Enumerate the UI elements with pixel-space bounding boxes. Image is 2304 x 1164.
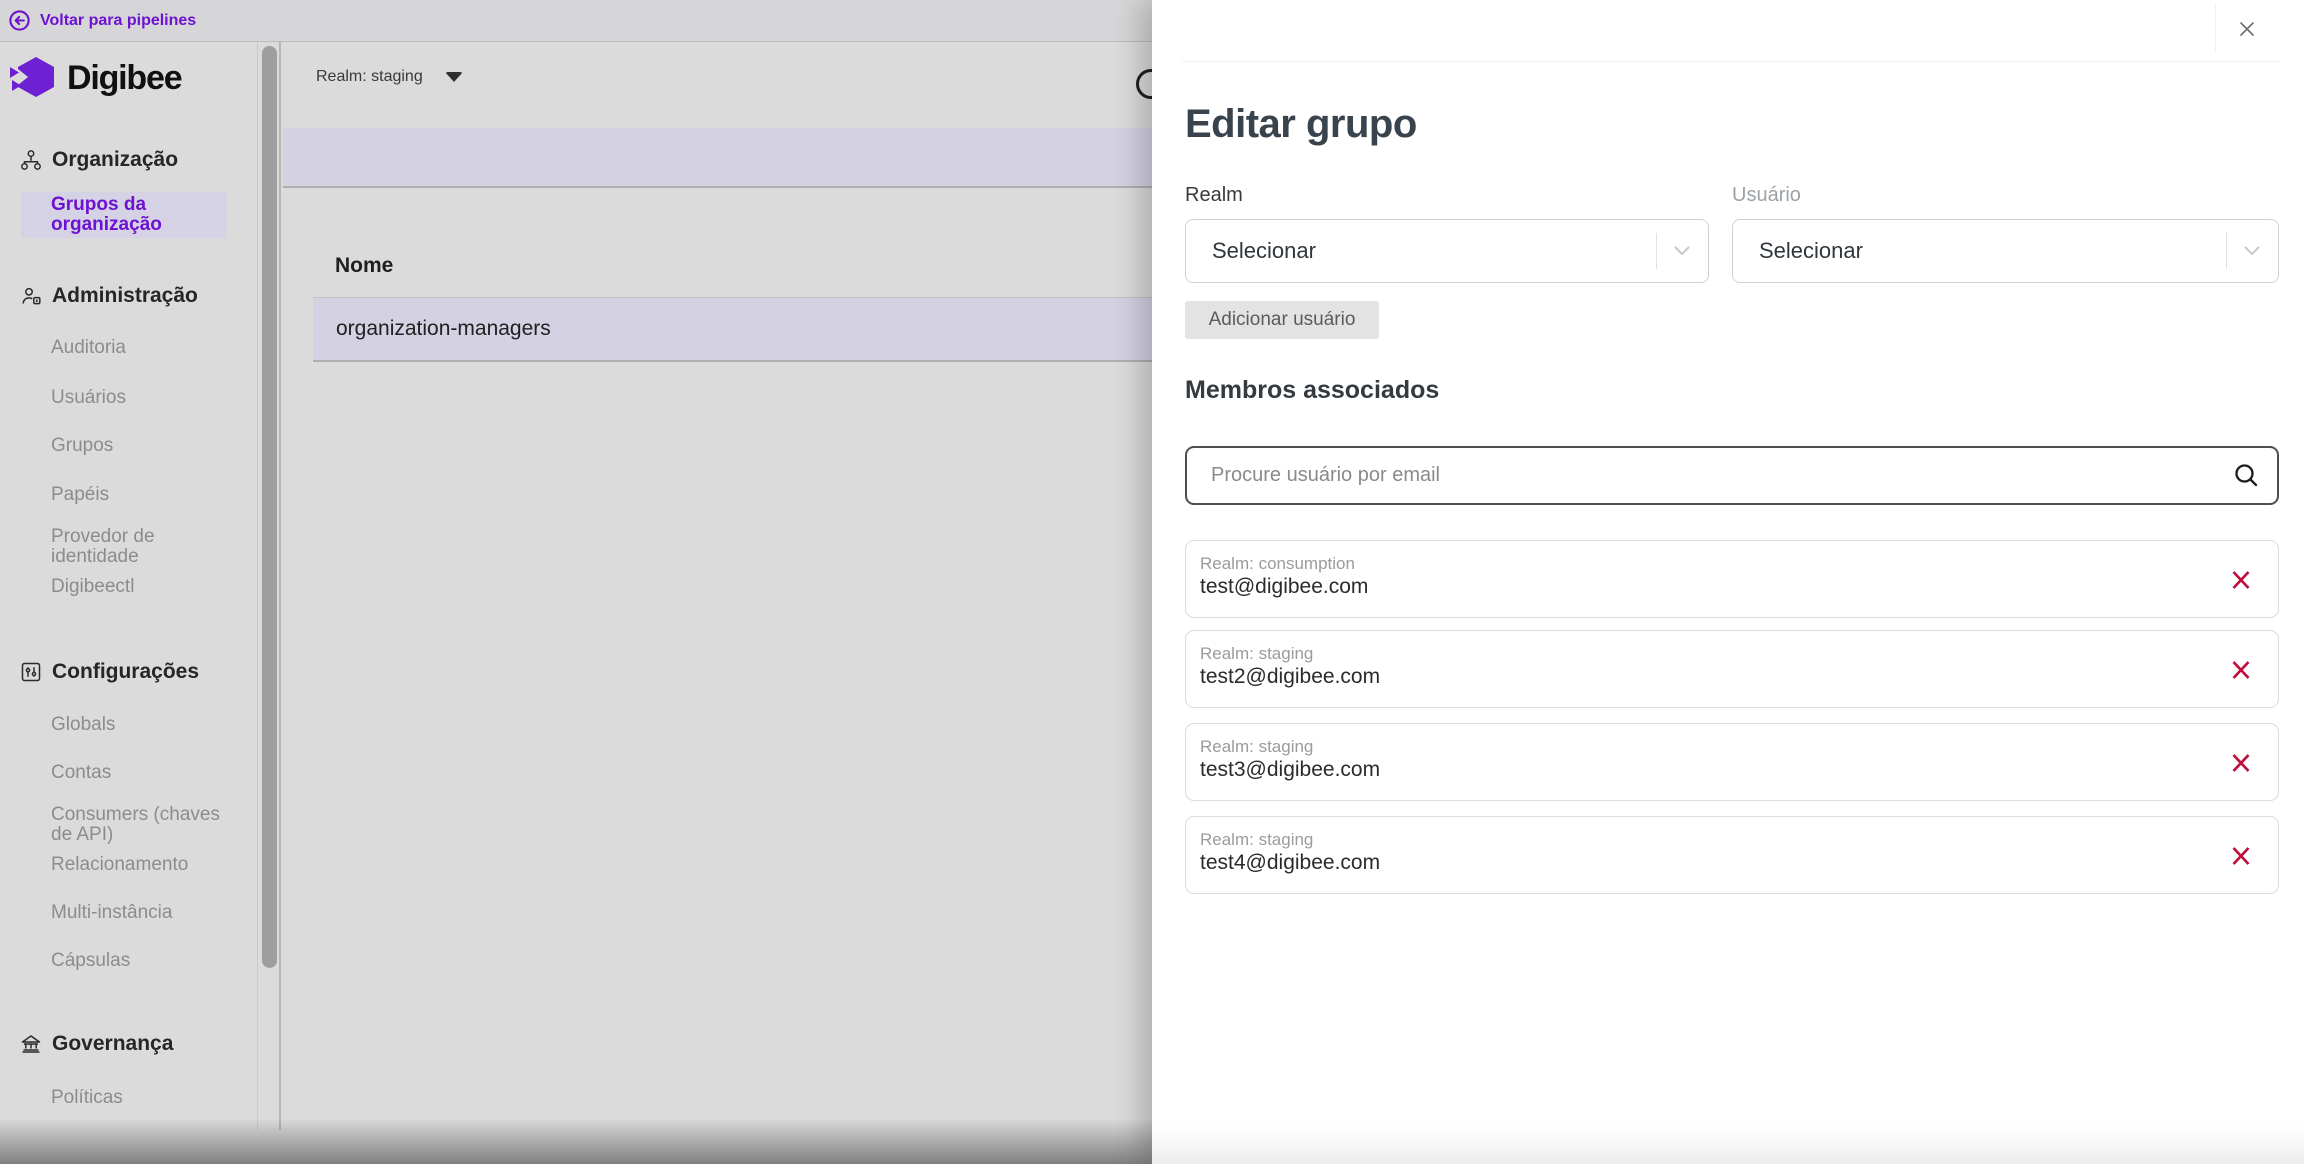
realm-select[interactable]: Selecionar	[1185, 219, 1709, 283]
table-header-nome: Nome	[335, 254, 393, 278]
add-user-button[interactable]: Adicionar usuário	[1185, 301, 1379, 339]
member-search-input[interactable]	[1187, 463, 2215, 488]
sidebar-item-digibeectl[interactable]: Digibeectl	[51, 577, 236, 597]
clipped-avatar-circle	[1136, 69, 1152, 99]
sidebar-item-auditoria[interactable]: Auditoria	[51, 338, 236, 358]
member-email: test4@digibee.com	[1200, 851, 1380, 875]
realm-selector-label: Realm: staging	[316, 68, 423, 86]
caret-down-icon	[445, 72, 463, 82]
settings-sliders-icon	[20, 661, 42, 683]
page-header-band	[283, 128, 1152, 188]
sidebar-item-consumers[interactable]: Consumers (chaves de API)	[51, 805, 226, 845]
sidebar-section-label: Administração	[52, 284, 198, 308]
sidebar-section-label: Governança	[52, 1032, 173, 1056]
remove-x-icon[interactable]	[2228, 567, 2254, 593]
group-name-cell: organization-managers	[336, 317, 551, 341]
sidebar-item-contas[interactable]: Contas	[51, 763, 236, 783]
member-card: Realm: consumption test@digibee.com	[1185, 540, 2279, 618]
remove-x-icon[interactable]	[2228, 750, 2254, 776]
digibee-cube-icon	[10, 55, 58, 101]
sidebar-item-relacionamento[interactable]: Relacionamento	[51, 855, 236, 875]
member-email: test2@digibee.com	[1200, 665, 1380, 689]
sidebar-section-governanca: Governança	[20, 1032, 173, 1056]
topbar: Voltar para pipelines	[0, 0, 1152, 42]
member-realm: Realm: staging	[1200, 644, 1313, 664]
sitemap-icon	[20, 149, 42, 171]
edit-group-drawer: Editar grupo Realm Usuário Selecionar Se…	[1152, 0, 2304, 1164]
chevron-down-icon	[1656, 220, 1708, 282]
member-realm: Realm: staging	[1200, 737, 1313, 757]
sidebar: Digibee Organização Grupos da organizaçã…	[0, 42, 281, 1130]
drawer-header-divider	[1182, 61, 2280, 62]
user-select-value: Selecionar	[1733, 238, 2226, 264]
sidebar-item-grupos[interactable]: Grupos	[51, 436, 236, 456]
drawer-title: Editar grupo	[1185, 100, 1417, 148]
sidebar-item-papeis[interactable]: Papéis	[51, 485, 236, 505]
main-content: Realm: staging Nome organization-manager…	[283, 42, 1152, 1164]
sidebar-section-administracao: Administração	[20, 284, 198, 308]
sidebar-item-globals[interactable]: Globals	[51, 715, 236, 735]
member-email: test@digibee.com	[1200, 575, 1368, 599]
remove-x-icon[interactable]	[2228, 657, 2254, 683]
sidebar-section-label: Organização	[52, 148, 178, 172]
back-to-pipelines-link[interactable]: Voltar para pipelines	[8, 9, 196, 32]
realm-field-label: Realm	[1185, 184, 1243, 207]
sidebar-section-configuracoes: Configurações	[20, 660, 199, 684]
sidebar-section-organizacao: Organização	[20, 148, 178, 172]
sidebar-scrollbar-thumb[interactable]	[262, 46, 277, 968]
close-icon[interactable]	[2234, 16, 2260, 42]
sidebar-section-label: Configurações	[52, 660, 199, 684]
members-heading: Membros associados	[1185, 376, 1439, 405]
sidebar-scrollbar-track	[257, 42, 258, 1130]
sidebar-item-grupos-da-organizacao[interactable]: Grupos da organização	[21, 192, 226, 238]
member-card: Realm: staging test4@digibee.com	[1185, 816, 2279, 894]
member-realm: Realm: staging	[1200, 830, 1313, 850]
drawer-bottom-shadow	[1152, 1124, 2304, 1164]
drawer-header-divider-vertical	[2215, 3, 2216, 53]
member-card: Realm: staging test3@digibee.com	[1185, 723, 2279, 801]
search-icon[interactable]	[2215, 462, 2277, 489]
sidebar-item-capsulas[interactable]: Cápsulas	[51, 951, 236, 971]
sidebar-item-usuarios[interactable]: Usuários	[51, 388, 236, 408]
digibee-logo-text: Digibee	[67, 59, 181, 98]
realm-select-value: Selecionar	[1186, 238, 1656, 264]
sidebar-item-provedor-de-identidade[interactable]: Provedor de identidade	[51, 527, 211, 567]
member-realm: Realm: consumption	[1200, 554, 1355, 574]
realm-selector[interactable]: Realm: staging	[316, 68, 463, 86]
back-to-pipelines-label: Voltar para pipelines	[40, 12, 196, 30]
chevron-down-icon	[2226, 220, 2278, 282]
bank-icon	[20, 1033, 42, 1055]
table-row[interactable]: organization-managers	[313, 297, 1152, 362]
sidebar-item-politicas[interactable]: Políticas	[51, 1088, 236, 1108]
member-search	[1185, 446, 2279, 505]
arrow-left-circle-icon	[8, 9, 31, 32]
user-admin-icon	[20, 285, 42, 307]
member-card: Realm: staging test2@digibee.com	[1185, 630, 2279, 708]
member-email: test3@digibee.com	[1200, 758, 1380, 782]
user-field-label: Usuário	[1732, 184, 1801, 207]
user-select[interactable]: Selecionar	[1732, 219, 2279, 283]
sidebar-item-multi-instancia[interactable]: Multi-instância	[51, 903, 236, 923]
remove-x-icon[interactable]	[2228, 843, 2254, 869]
digibee-logo: Digibee	[10, 54, 181, 102]
